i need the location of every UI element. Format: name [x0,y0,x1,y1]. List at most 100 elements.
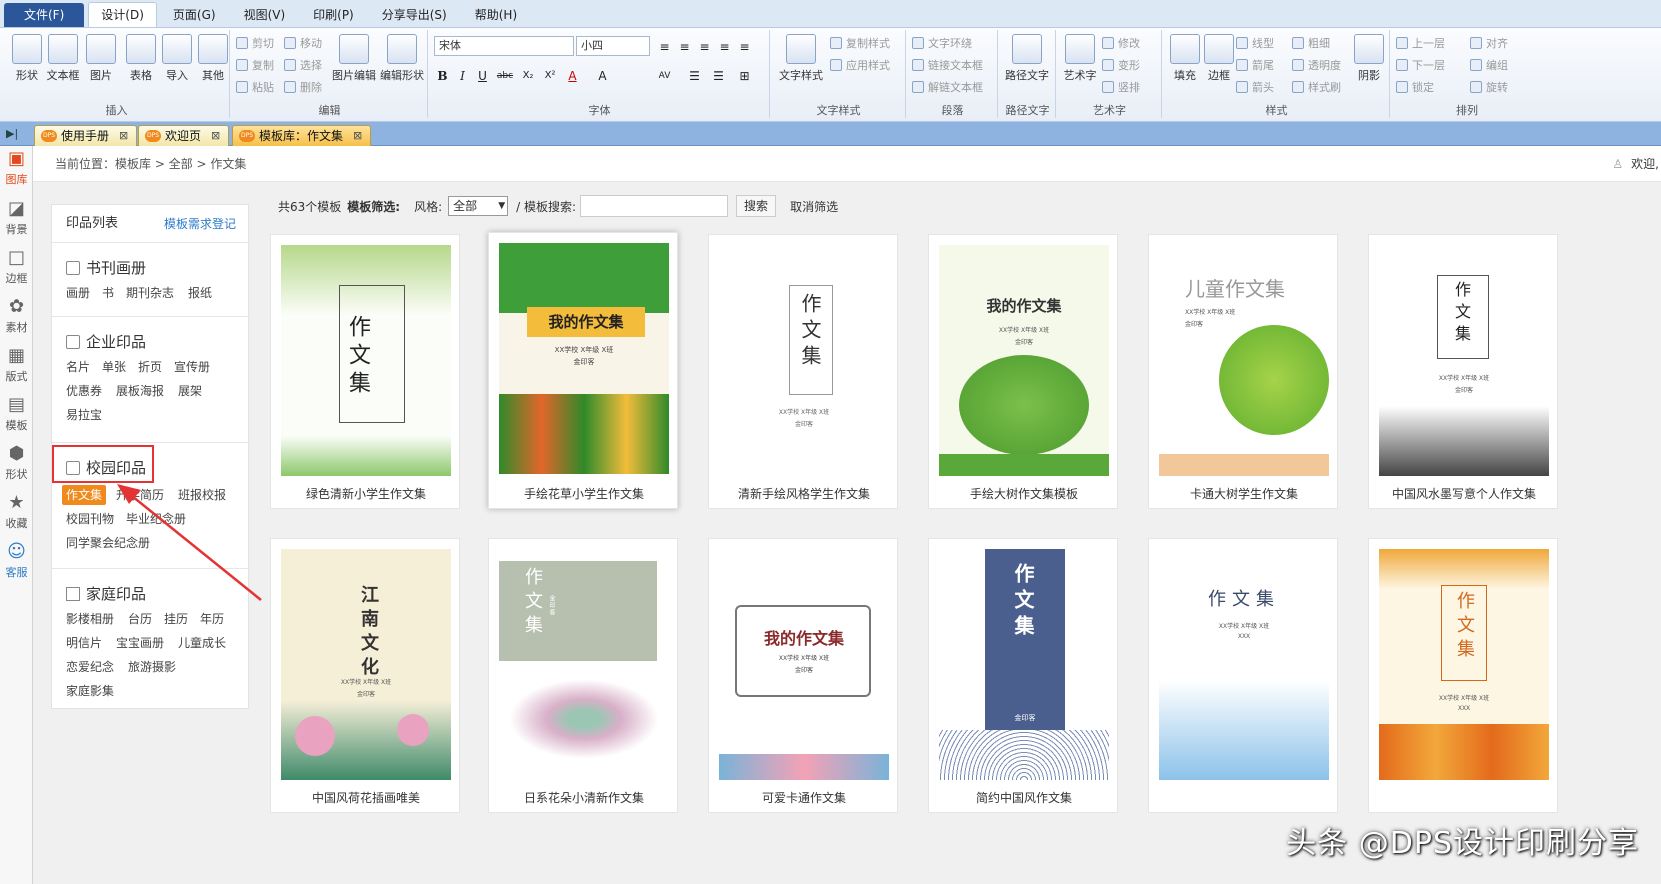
menu-share-export[interactable]: 分享导出(S) [370,3,459,27]
iconbar-gallery[interactable]: ▣ 图库 [0,148,33,187]
underline-button[interactable]: U [474,66,491,84]
template-request-link[interactable]: 模板需求登记 [164,205,236,243]
wordart-transform-button[interactable]: 变形 [1102,56,1140,74]
category-item[interactable]: 儿童成长 [178,633,226,653]
strikethrough-button[interactable]: abc [494,66,516,84]
category-item[interactable]: 旅游摄影 [128,657,176,677]
iconbar-favorites[interactable]: ★ 收藏 [0,492,33,531]
category-item[interactable]: 恋爱纪念 [66,657,114,677]
wordart-modify-button[interactable]: 修改 [1102,34,1140,52]
category-item[interactable]: 期刊杂志 [126,283,174,303]
category-item[interactable]: 年历 [200,609,224,629]
copy-style-button[interactable]: 复制样式 [830,34,890,52]
italic-button[interactable]: I [454,66,471,84]
text-style-button[interactable]: 文字样式 [776,34,826,83]
font-size-grow-icon[interactable]: A [594,66,611,84]
shadow-button[interactable]: 阴影 [1350,34,1388,83]
format-brush-button[interactable]: 样式刷 [1292,78,1341,96]
group-button[interactable]: 编组 [1470,56,1508,74]
align-button[interactable]: 对齐 [1470,34,1508,52]
delete-button[interactable]: 删除 [284,78,322,96]
iconbar-background[interactable]: ◪ 背景 [0,198,33,237]
font-family-select[interactable]: 宋体 [434,36,574,56]
line-weight-button[interactable]: 粗细 [1292,34,1330,52]
iconbar-material[interactable]: ✿ 素材 [0,296,33,335]
distribute-icon[interactable]: ≡ [736,37,753,55]
fill-button[interactable]: 填充 [1166,34,1204,83]
category-item[interactable]: 挂历 [164,609,188,629]
category-title[interactable]: 书刊画册 [66,257,146,278]
align-center-icon[interactable]: ≡ [676,37,693,55]
line-spacing-icon[interactable]: ☰ [686,66,703,84]
welcome-text[interactable]: ♙ 欢迎, [1612,146,1659,182]
tab-template-library[interactable]: DPS 模板库：作文集 ⊠ [232,125,372,146]
category-item[interactable]: 影楼相册 [66,609,114,629]
font-color-icon[interactable]: A [564,66,581,84]
category-item[interactable]: 展板海报 [116,381,164,401]
apply-style-button[interactable]: 应用样式 [830,56,890,74]
category-title[interactable]: 企业印品 [66,331,146,352]
picture-edit-button[interactable]: 图片编辑 [330,34,378,83]
category-item-selected[interactable]: 作文集 [62,485,107,505]
bold-button[interactable]: B [434,66,451,84]
menu-help[interactable]: 帮助(H) [463,3,529,27]
insert-textbox-button[interactable]: 文本框 [44,34,82,83]
send-backward-button[interactable]: 下一层 [1396,56,1445,74]
category-item[interactable]: 画册 [66,283,90,303]
select-button[interactable]: 选择 [284,56,322,74]
close-icon[interactable]: ⊠ [353,126,362,146]
text-wrap-button[interactable]: 文字环绕 [912,34,972,52]
category-item[interactable]: 易拉宝 [66,405,102,425]
bring-forward-button[interactable]: 上一层 [1396,34,1445,52]
category-item[interactable]: 名片 [66,357,90,377]
template-card[interactable]: 我的作文集 XX学校 X年级 X班 金印客 可爱卡通作文集 [708,538,898,813]
category-item[interactable]: 宣传册 [174,357,210,377]
template-card[interactable]: 我的作文集 XX学校 X年级 X班 金印客 手绘花草小学生作文集 [488,232,678,509]
template-card[interactable]: 作文集 金印客 日系花朵小清新作文集 [488,538,678,813]
category-item[interactable]: 家庭影集 [66,681,114,701]
align-left-icon[interactable]: ≡ [656,37,673,55]
unlink-textbox-button[interactable]: 解链文本框 [912,78,983,96]
para-spacing-icon[interactable]: ☰ [710,66,727,84]
wordart-button[interactable]: 艺术字 [1060,34,1100,83]
iconbar-service[interactable]: ☺ 客服 [0,541,33,580]
category-item[interactable]: 校园刊物 [66,509,114,529]
template-card[interactable]: 作文集 绿色清新小学生作文集 [270,234,460,509]
char-spacing-icon[interactable]: AV [656,66,673,84]
tab-welcome[interactable]: DPS 欢迎页 ⊠ [138,125,230,146]
tab-user-manual[interactable]: DPS 使用手册 ⊠ [34,125,138,146]
menu-design[interactable]: 设计(D) [88,2,157,27]
template-card[interactable]: 作文集 XX学校 X年级 X班 XXX [1148,538,1338,813]
line-type-button[interactable]: 线型 [1236,34,1274,52]
category-item[interactable]: 优惠券 [66,381,102,401]
menu-print[interactable]: 印刷(P) [301,3,366,27]
style-select[interactable]: 全部 [448,196,509,216]
move-button[interactable]: 移动 [284,34,322,52]
justify-icon[interactable]: ≡ [716,37,733,55]
path-text-button[interactable]: 路径文字 [1002,34,1052,83]
link-textbox-button[interactable]: 链接文本框 [912,56,983,74]
category-item[interactable]: 明信片 [66,633,102,653]
category-item[interactable]: 折页 [138,357,162,377]
panel-toggle-icon[interactable]: ▶| [6,125,24,143]
template-card[interactable]: 作文集 金印客 简约中国风作文集 [928,538,1118,813]
lock-button[interactable]: 锁定 [1396,78,1434,96]
font-size-select[interactable]: 小四 [576,36,650,56]
import-button[interactable]: 导入 [158,34,196,83]
category-item[interactable]: 台历 [128,609,152,629]
insert-table-button[interactable]: 表格 [122,34,160,83]
template-card[interactable]: 儿童作文集 XX学校 X年级 X班 金印客 卡通大树学生作文集 [1148,234,1338,509]
category-item[interactable]: 展架 [178,381,202,401]
search-button[interactable]: 搜索 [736,195,777,217]
template-card[interactable]: 作文集 XX学校 X年级 X班 XXX [1368,538,1558,813]
iconbar-border[interactable]: □ 边框 [0,247,33,286]
menu-view[interactable]: 视图(V) [232,3,298,27]
category-item[interactable]: 宝宝画册 [116,633,164,653]
vertical-text-button[interactable]: 竖排 [1102,78,1140,96]
align-right-icon[interactable]: ≡ [696,37,713,55]
clear-filter-link[interactable]: 取消筛选 [790,198,838,215]
insert-other-button[interactable]: 其他 [194,34,232,83]
category-item[interactable]: 报纸 [188,283,212,303]
menu-file[interactable]: 文件(F) [4,3,85,27]
arrow-tail-button[interactable]: 箭尾 [1236,56,1274,74]
